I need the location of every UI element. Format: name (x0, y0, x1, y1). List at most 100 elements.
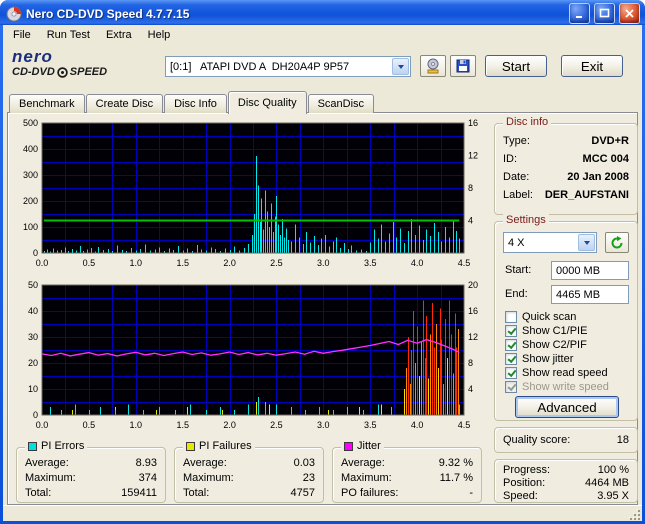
checkbox-show-read-speed[interactable]: Show read speed (505, 366, 631, 380)
tab-create-disc[interactable]: Create Disc (85, 94, 164, 113)
svg-text:1.5: 1.5 (176, 258, 189, 268)
speed-select[interactable]: 4 X (503, 232, 597, 253)
checkbox-label: Show write speed (522, 381, 609, 393)
svg-text:0.5: 0.5 (83, 258, 96, 268)
svg-text:0.5: 0.5 (83, 420, 96, 430)
svg-text:1.5: 1.5 (176, 420, 189, 430)
checkbox-show-c1-pie[interactable]: Show C1/PIE (505, 324, 631, 338)
stat-label: Total: (183, 487, 210, 499)
menu-bar: File Run Test Extra Help (3, 25, 642, 44)
svg-text:12: 12 (468, 332, 478, 342)
position-value: 4464 MB (584, 477, 629, 489)
svg-text:1.0: 1.0 (130, 258, 143, 268)
stat-value: 11.7 % (439, 472, 473, 484)
checkbox-label: Quick scan (522, 311, 577, 323)
menu-help[interactable]: Help (140, 27, 179, 43)
start-button[interactable]: Start (485, 55, 547, 77)
checkbox-quick-scan[interactable]: Quick scan (505, 310, 631, 324)
chevron-down-icon[interactable] (392, 58, 409, 75)
svg-text:4.5: 4.5 (458, 420, 471, 430)
svg-text:50: 50 (28, 281, 38, 290)
minimize-button[interactable] (569, 3, 590, 24)
save-button[interactable] (450, 55, 476, 77)
svg-text:4.0: 4.0 (411, 258, 424, 268)
refresh-button[interactable] (605, 232, 629, 253)
stat-label: Average: (341, 457, 385, 469)
quality-score-group: Quality score: 18 (494, 427, 638, 453)
jitter-swatch (344, 441, 353, 451)
pi-failures-swatch (186, 441, 195, 451)
logo-text-cddvd: CD-DVD (12, 66, 55, 78)
menu-extra[interactable]: Extra (98, 27, 140, 43)
app-window: Nero CD-DVD Speed 4.7.7.15 File Run Test… (0, 0, 645, 524)
field-value: MCC 004 (582, 153, 629, 165)
drive-select[interactable]: [0:1] ATAPI DVD A DH20A4P 9P57 (165, 56, 411, 77)
quality-score-value: 18 (616, 434, 629, 446)
tab-disc-quality[interactable]: Disc Quality (227, 91, 307, 114)
stat-label: Average: (25, 457, 69, 469)
svg-text:0.0: 0.0 (36, 420, 49, 430)
progress-label: Progress: (503, 464, 551, 476)
svg-text:16: 16 (468, 119, 478, 128)
pif-jitter-chart: 0 10 20 30 40 50 4 8 12 16 20 0.0 0.5 1.0 1.5 2.0 2.5 3.0… (28, 281, 478, 430)
stat-label: PO failures: (341, 487, 399, 499)
chevron-down-icon[interactable] (578, 234, 595, 251)
checkbox-show-jitter[interactable]: Show jitter (505, 352, 631, 366)
field-value: DER_AUFSTANI (544, 189, 629, 201)
checkbox-show-c2-pif[interactable]: Show C2/PIF (505, 338, 631, 352)
menu-file[interactable]: File (5, 27, 39, 43)
svg-text:0: 0 (33, 248, 38, 258)
start-input[interactable]: 0000 MB (551, 261, 629, 280)
svg-text:0.0: 0.0 (36, 258, 49, 268)
menu-run-test[interactable]: Run Test (39, 27, 98, 43)
svg-text:1.0: 1.0 (130, 420, 143, 430)
logo-text-nero: nero (12, 47, 53, 66)
end-input-value: 4465 MB (556, 288, 601, 301)
progress-value: 100 % (597, 464, 629, 476)
close-button[interactable] (619, 3, 640, 24)
resize-grip[interactable] (628, 508, 641, 521)
checkbox-label: Show C2/PIF (522, 339, 587, 351)
exit-button[interactable]: Exit (561, 55, 623, 77)
stat-label: Total: (25, 487, 52, 499)
stat-value: 9.32 % (438, 457, 473, 469)
svg-text:8: 8 (468, 358, 473, 368)
disc-quality-page: 0 100 200 300 400 500 4 8 12 16 0.0 0.5 1.0 1.5 2.0 2.5… (7, 112, 638, 505)
checkbox-box (505, 353, 517, 365)
group-title: Settings (503, 214, 549, 226)
refresh-icon (611, 235, 623, 248)
checkbox-show-write-speed[interactable]: Show write speed (505, 380, 631, 394)
checkbox-box (505, 339, 517, 351)
progress-group: Progress: 100 % Position: 4464 MB Speed: 3.… (494, 459, 638, 503)
stat-value: 159411 (121, 487, 157, 499)
svg-text:10: 10 (28, 384, 38, 394)
stat-value: 0.03 (293, 457, 315, 469)
end-input[interactable]: 4465 MB (551, 285, 629, 304)
jitter-panel: Jitter Average: 9.32 % Maximum: 11.7 % PO … (332, 440, 482, 503)
svg-text:20: 20 (468, 281, 478, 290)
speed-value: 3.95 X (597, 490, 629, 502)
svg-text:0: 0 (33, 410, 38, 420)
maximize-icon (599, 8, 610, 18)
tab-benchmark[interactable]: Benchmark (9, 94, 85, 113)
maximize-button[interactable] (594, 3, 615, 24)
pi-errors-panel: PI Errors Average: 8.93 Maximum: 374 Total… (16, 440, 166, 503)
tab-scandisc[interactable]: ScanDisc (307, 94, 375, 113)
svg-text:4: 4 (468, 384, 473, 394)
pi-errors-chart: 0 100 200 300 400 500 4 8 12 16 0.0 0.5 1.0 1.5 2.0 2.5… (23, 119, 478, 268)
svg-text:2.5: 2.5 (270, 420, 283, 430)
svg-text:2.0: 2.0 (223, 258, 236, 268)
nero-logo: nero CD-DVD SPEED (12, 47, 162, 79)
svg-text:40: 40 (28, 306, 38, 316)
title-bar: Nero CD-DVD Speed 4.7.7.15 (0, 0, 645, 25)
logo-text-speed: SPEED (69, 66, 108, 78)
logo-disc-icon (57, 66, 68, 78)
checkbox-label: Show C1/PIE (522, 325, 588, 337)
field-value: DVD+R (591, 135, 629, 147)
tab-disc-info[interactable]: Disc Info (164, 94, 227, 113)
stat-value: 8.93 (135, 457, 157, 469)
stat-label: Maximum: (341, 472, 392, 484)
advanced-button[interactable]: Advanced (515, 396, 619, 418)
eject-button[interactable] (420, 55, 446, 77)
panel-title: PI Errors (41, 440, 85, 452)
